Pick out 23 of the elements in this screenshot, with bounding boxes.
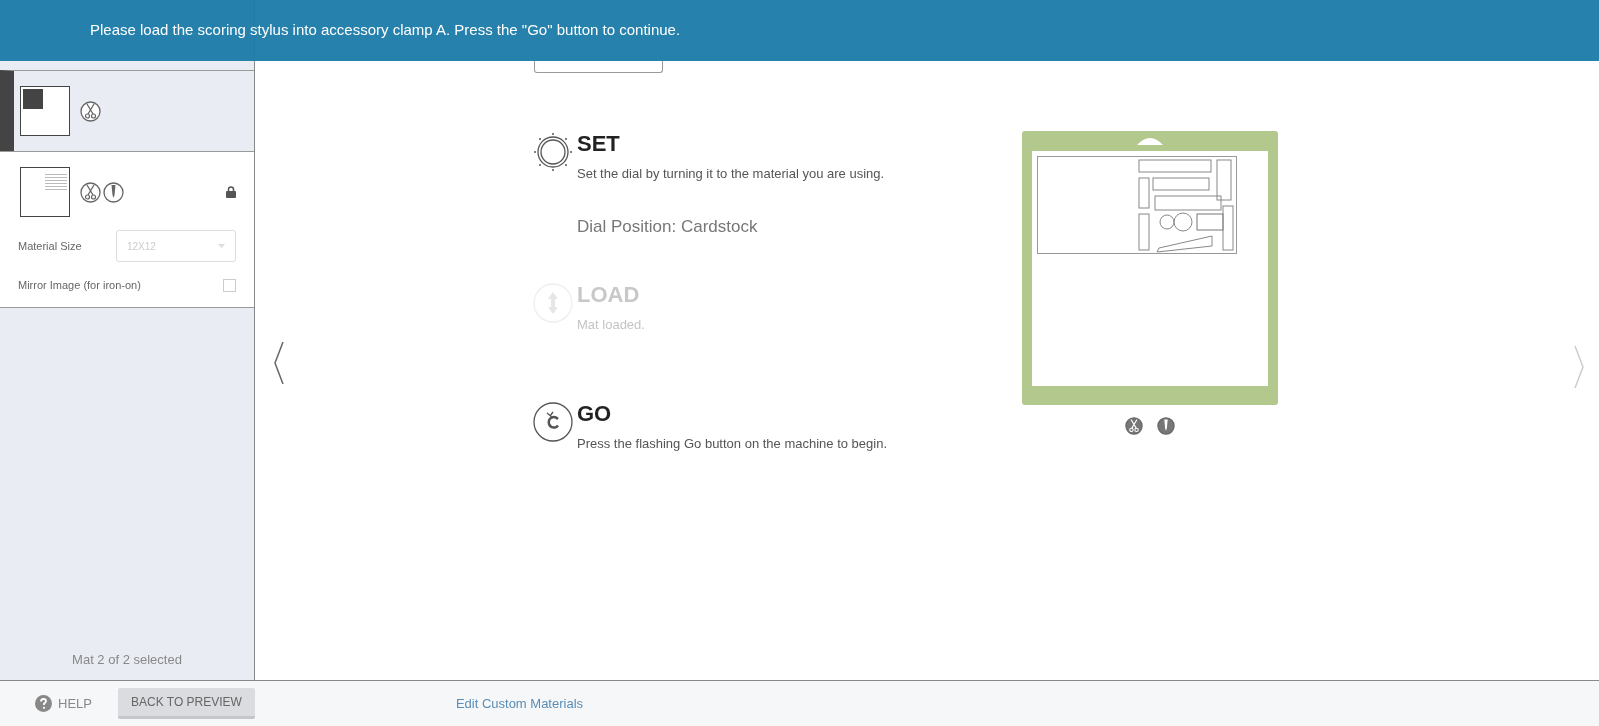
mat-thumbnail: [20, 86, 70, 136]
step-title: SET: [577, 130, 621, 158]
back-to-preview-button[interactable]: BACK TO PREVIEW: [117, 688, 255, 719]
dial-icon: [533, 132, 573, 172]
step-description: Set the dial by turning it to the material you are using.: [577, 165, 885, 183]
banner-message: Please load the scoring stylus into accessory clamp A. Press the "Go" button to continue.: [90, 20, 681, 41]
step-description: Press the flashing Go button on the machine to begin.: [577, 434, 888, 453]
step-description: Mat loaded.: [577, 316, 645, 334]
caret-icon: [218, 244, 225, 248]
load-icon: [533, 283, 573, 323]
selection-status: Mat 2 of 2 selected: [72, 651, 182, 670]
step-title: GO: [577, 399, 613, 428]
help-link[interactable]: HELP: [58, 693, 92, 714]
edit-custom-materials-link[interactable]: Edit Custom Materials: [455, 693, 584, 714]
go-icon: [533, 401, 573, 442]
checkbox-label: Mirror Image (for iron-on): [18, 277, 142, 293]
field-label: Material Size: [18, 238, 83, 254]
dial-position: Dial Position: Cardstock: [577, 215, 759, 238]
mat-thumbnail: [20, 167, 70, 217]
help-icon[interactable]: [35, 695, 52, 712]
hanger-notch-icon: [1136, 135, 1164, 146]
mirror-checkbox[interactable]: [223, 278, 236, 292]
mat-item[interactable]: [0, 70, 254, 151]
